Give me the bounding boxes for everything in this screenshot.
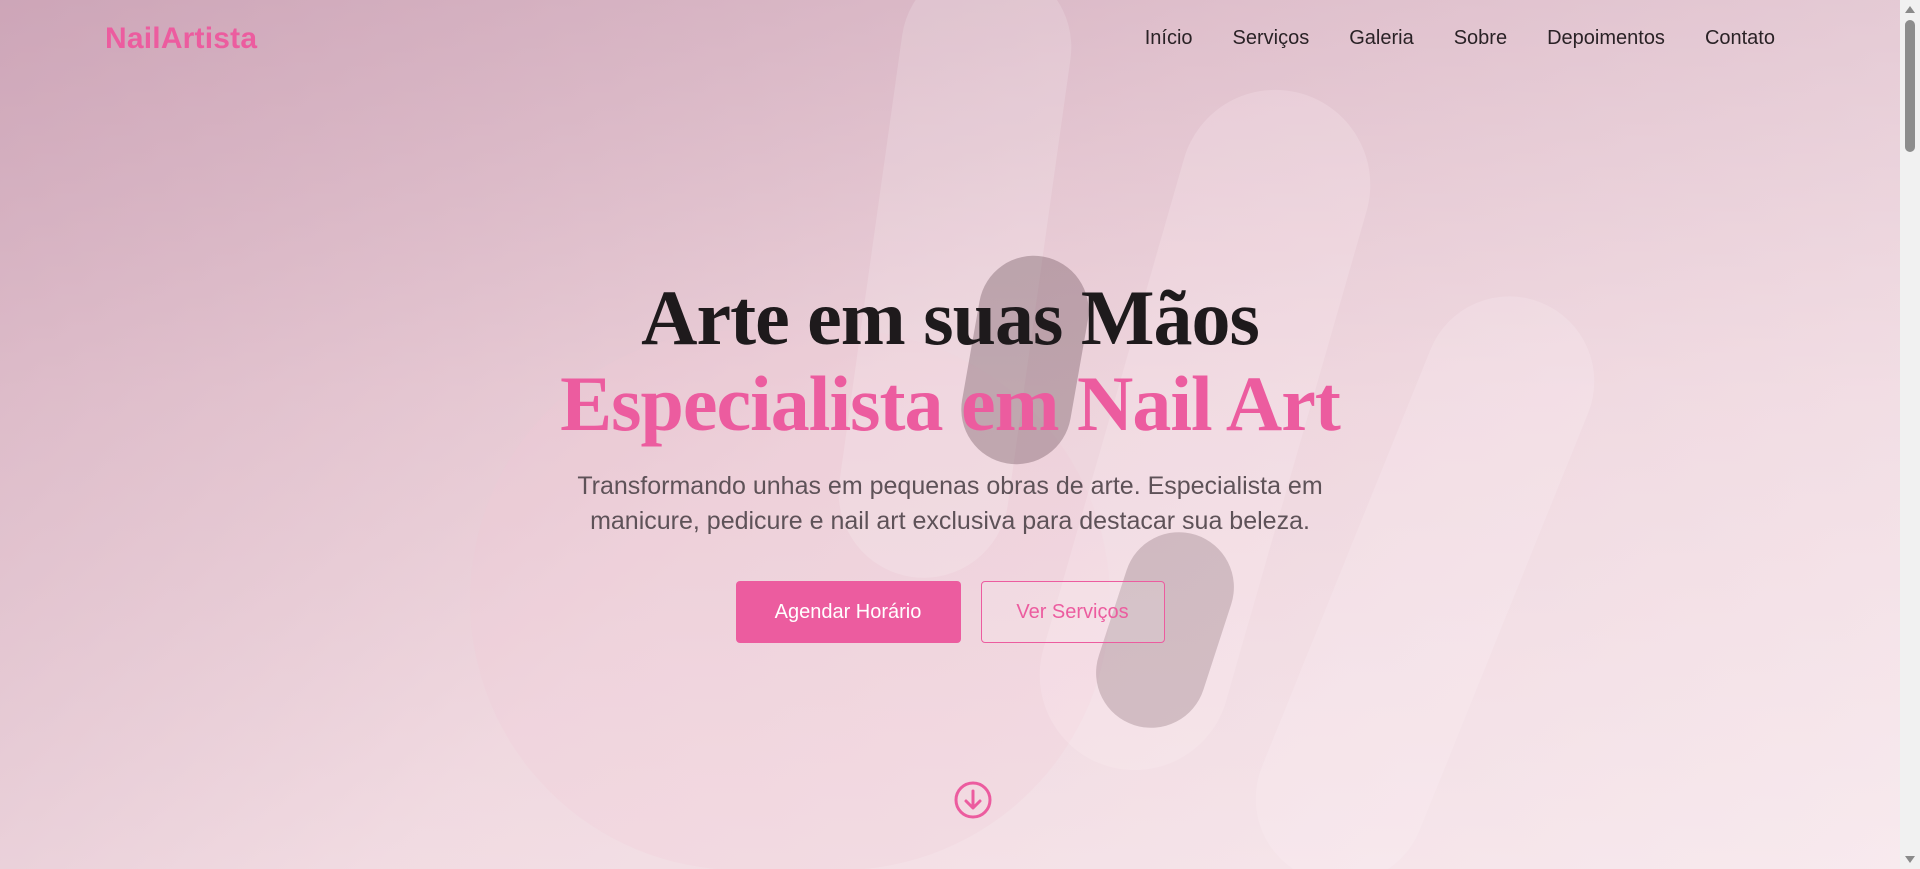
navbar: NailArtista Início Serviços Galeria Sobr… <box>0 0 1900 80</box>
scrollbar-thumb[interactable] <box>1905 20 1915 152</box>
book-appointment-button[interactable]: Agendar Horário <box>735 581 961 643</box>
view-services-button[interactable]: Ver Serviços <box>980 581 1165 643</box>
page-scrollbar[interactable] <box>1900 0 1920 869</box>
hero-subtitle: Transformando unhas em pequenas obras de… <box>577 472 1323 535</box>
nav-link-depoimentos[interactable]: Depoimentos <box>1547 27 1665 50</box>
nav-link-servicos[interactable]: Serviços <box>1233 27 1310 50</box>
hero-section: NailArtista Início Serviços Galeria Sobr… <box>0 0 1900 869</box>
hero-title-accent: Especialista em Nail Art <box>560 360 1341 447</box>
nav-link-galeria[interactable]: Galeria <box>1349 27 1413 50</box>
hero-title: Arte em suas Mãos <box>641 274 1260 361</box>
nav-link-inicio[interactable]: Início <box>1145 27 1193 50</box>
hero-content: Arte em suas Mãos Especialista em Nail A… <box>0 275 1900 643</box>
brand-logo[interactable]: NailArtista <box>105 22 257 56</box>
arrow-down-circle-icon[interactable] <box>953 780 993 820</box>
scroll-up-arrow-icon[interactable] <box>1905 6 1915 13</box>
hero-buttons: Agendar Horário Ver Serviços <box>0 581 1900 643</box>
nav-menu: Início Serviços Galeria Sobre Depoimento… <box>1145 27 1775 50</box>
nav-link-contato[interactable]: Contato <box>1705 27 1775 50</box>
nav-link-sobre[interactable]: Sobre <box>1454 27 1507 50</box>
scroll-down-arrow-icon[interactable] <box>1905 856 1915 863</box>
